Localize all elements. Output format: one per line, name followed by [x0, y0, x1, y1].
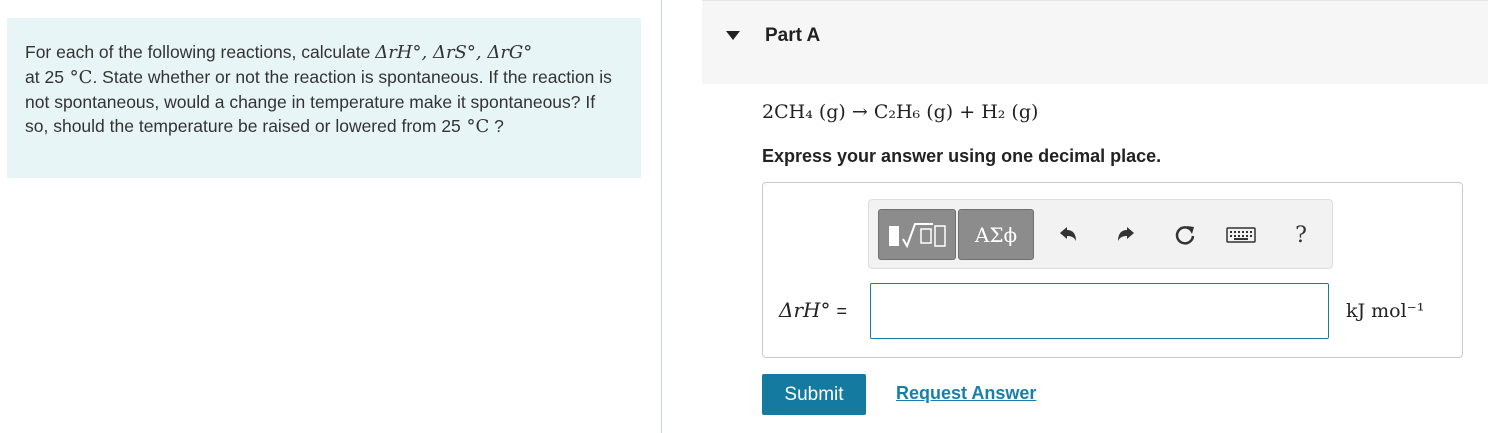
equals-sign: = — [836, 301, 847, 321]
help-icon[interactable]: ? — [1288, 222, 1314, 248]
problem-intro: For each of the following reactions, cal… — [25, 42, 376, 62]
temp-unit-2: °C — [460, 116, 490, 137]
caret-down-icon[interactable] — [726, 31, 740, 40]
symbols-button[interactable]: ΑΣϕ — [958, 209, 1034, 260]
panel-divider — [661, 0, 662, 433]
instruction-text: Express your answer using one decimal pl… — [762, 146, 1162, 166]
problem-end: ? — [489, 116, 504, 136]
templates-icon — [889, 222, 946, 248]
problem-quantities: ΔrH°, ΔrS°, ΔrG° — [375, 42, 533, 63]
undo-icon[interactable] — [1055, 222, 1081, 248]
answer-label: ΔrH° = — [779, 298, 847, 322]
answer-lhs: ΔrH° — [779, 298, 831, 322]
submit-button[interactable]: Submit — [762, 374, 866, 415]
part-header[interactable]: Part A — [702, 0, 1488, 84]
problem-at: at 25 — [25, 67, 64, 87]
problem-rest: . State whether or not the reaction is s… — [25, 67, 612, 136]
part-title: Part A — [765, 25, 821, 46]
answer-input[interactable] — [870, 283, 1329, 339]
answer-unit: kJ mol⁻¹ — [1346, 300, 1425, 322]
keyboard-icon[interactable] — [1225, 222, 1257, 248]
reaction-equation: 2CH₄ (g) → C₂H₆ (g) + H₂ (g) — [762, 101, 1039, 123]
temp-unit-1: °C — [63, 67, 93, 88]
request-answer-link[interactable]: Request Answer — [896, 383, 1036, 404]
templates-button[interactable] — [878, 209, 956, 260]
redo-icon[interactable] — [1113, 222, 1139, 248]
reset-icon[interactable] — [1172, 222, 1198, 248]
problem-text: For each of the following reactions, cal… — [25, 40, 623, 139]
math-toolbar: ΑΣϕ ? — [868, 199, 1333, 269]
problem-panel: For each of the following reactions, cal… — [7, 18, 641, 178]
